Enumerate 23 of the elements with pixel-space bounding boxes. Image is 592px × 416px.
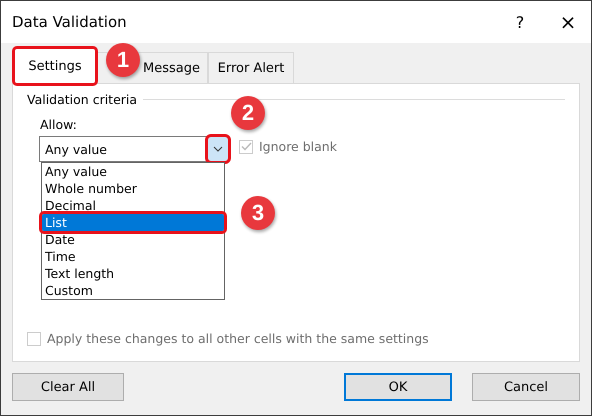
dropdown-option[interactable]: Decimal	[42, 197, 224, 214]
dropdown-option[interactable]: List	[42, 214, 224, 231]
help-button[interactable]: ?	[495, 12, 545, 32]
step-number-badge: 1	[106, 43, 140, 77]
dialog-button[interactable]: Clear All	[12, 373, 124, 401]
dropdown-option[interactable]: Text length	[42, 265, 224, 282]
tab[interactable]: Settings	[14, 48, 96, 84]
dropdown-button[interactable]	[208, 137, 228, 161]
dropdown-option[interactable]: Time	[42, 248, 224, 265]
field-label: Allow:	[40, 117, 77, 132]
checkbox-label: Apply these changes to all other cells with the same settings	[47, 331, 429, 346]
dialog-button[interactable]: OK	[344, 373, 452, 401]
dropdown-option[interactable]: Any value	[42, 163, 224, 180]
chevron-down-icon	[213, 146, 223, 152]
close-button[interactable]: ×	[545, 10, 591, 34]
dropdown-option[interactable]: Date	[42, 231, 224, 248]
checkbox-label: Ignore blank	[259, 139, 337, 154]
window-title: Data Validation	[12, 13, 128, 31]
dropdown-option[interactable]: Whole number	[42, 180, 224, 197]
tab[interactable]: Error Alert	[208, 52, 294, 83]
dialog-button[interactable]: Cancel	[472, 373, 580, 401]
group-heading: Validation criteria	[27, 92, 138, 107]
dropdown-option[interactable]: Custom	[42, 282, 224, 299]
